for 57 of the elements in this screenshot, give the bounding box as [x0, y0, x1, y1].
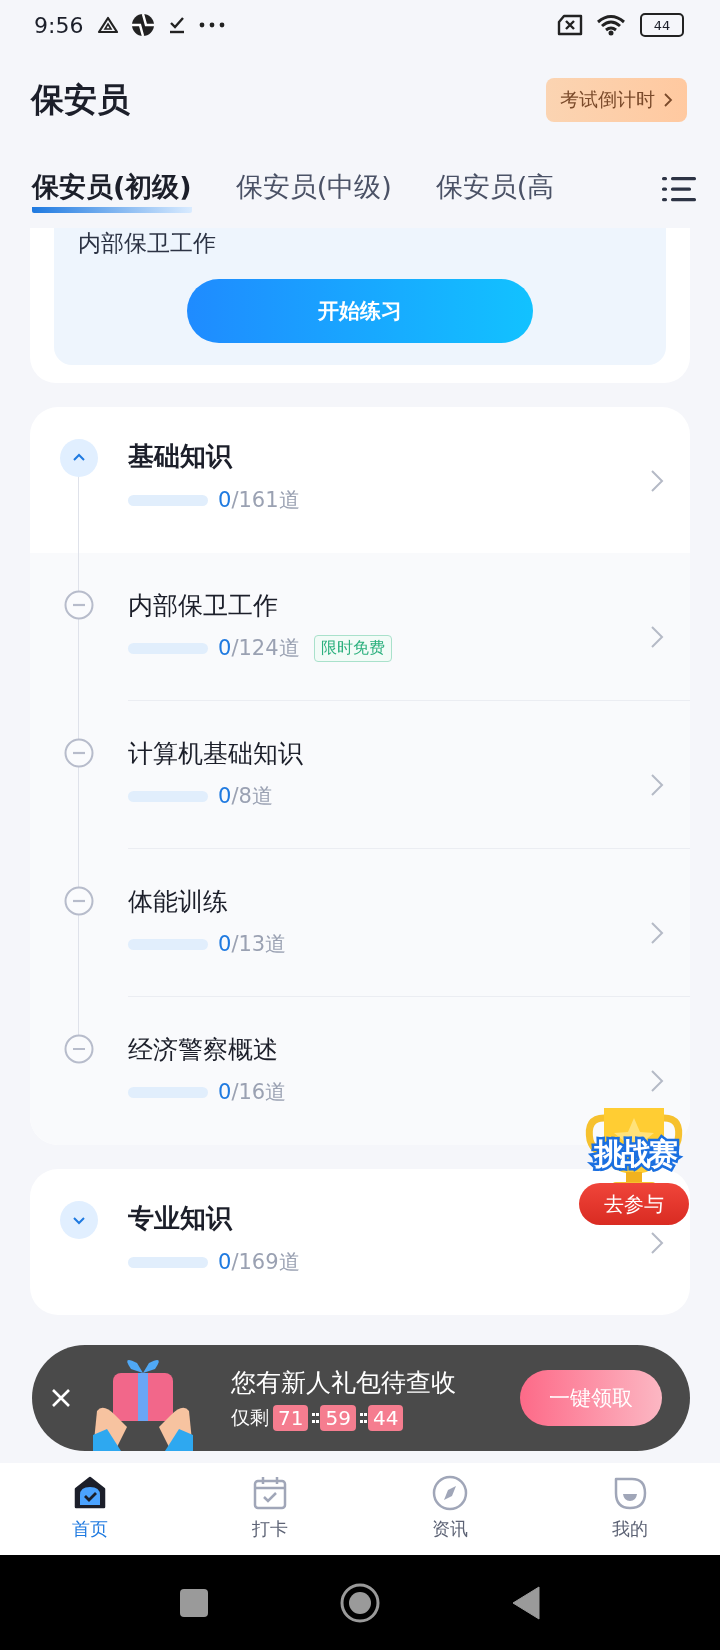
gift-message: 您有新人礼包待查收 — [231, 1366, 456, 1399]
nav-tab[interactable]: 我的 — [540, 1463, 720, 1555]
back-icon[interactable] — [512, 1585, 540, 1620]
battery-icon: 44 — [640, 13, 684, 37]
chevron-right-icon[interactable] — [650, 1069, 664, 1093]
wifi-icon — [596, 14, 626, 36]
minus-circle-icon — [64, 590, 94, 620]
question-count: 0/124道 — [218, 635, 300, 662]
home-icon — [72, 1475, 108, 1511]
nav-tab[interactable]: 首页 — [0, 1463, 180, 1555]
calendar-icon — [252, 1475, 288, 1511]
question-count: 0/8道 — [218, 783, 273, 810]
menu-icon[interactable] — [662, 176, 696, 202]
chevron-right-icon[interactable] — [650, 921, 664, 945]
remaining-label: 仅剩 — [231, 1404, 269, 1430]
join-button[interactable]: 去参与 — [579, 1183, 689, 1225]
status-time: 9:56 — [34, 12, 84, 38]
chevron-right-icon[interactable] — [650, 625, 664, 649]
countdown-digit: 44 — [367, 1404, 404, 1431]
page-title: 保安员 — [31, 78, 130, 121]
level-tab[interactable]: 保安员(中级) — [235, 165, 392, 213]
chapter-title: 基础知识 — [128, 440, 232, 473]
countdown-digit: 59 — [320, 1404, 356, 1431]
chevron-right-icon[interactable] — [650, 773, 664, 797]
section-title: 内部保卫工作 — [128, 590, 278, 622]
question-count: 0/13道 — [218, 931, 287, 958]
free-badge: 限时免费 — [313, 634, 392, 662]
question-count: 0/16道 — [218, 1079, 287, 1106]
minus-circle-icon — [64, 738, 94, 768]
section-title: 计算机基础知识 — [128, 738, 303, 770]
minus-circle-icon — [64, 1034, 94, 1064]
recents-icon[interactable] — [180, 1588, 208, 1617]
countdown-digit: 71 — [273, 1404, 309, 1431]
chevron-right-icon[interactable] — [650, 1231, 664, 1255]
question-count: 0/161道 — [218, 487, 300, 514]
level-tab[interactable]: 保安员(高 — [435, 165, 555, 213]
aperture-icon — [131, 13, 156, 37]
close-icon[interactable] — [51, 1388, 71, 1408]
minus-circle-icon — [64, 886, 94, 916]
expand-icon[interactable] — [60, 1201, 98, 1239]
chevron-right-icon[interactable] — [650, 469, 664, 493]
chapter-title: 专业知识 — [128, 1202, 232, 1235]
more-icon — [199, 22, 226, 28]
nav-tab[interactable]: 资讯 — [360, 1463, 540, 1555]
question-count: 0/169道 — [218, 1249, 300, 1276]
chevron-right-icon — [663, 92, 673, 108]
nav-tab[interactable]: 打卡 — [180, 1463, 360, 1555]
triangle-icon — [97, 15, 120, 35]
exam-countdown-button[interactable]: 考试倒计时 — [546, 78, 687, 122]
section-title: 经济警察概述 — [128, 1034, 278, 1066]
practice-topic: 内部保卫工作 — [78, 229, 216, 258]
sim-off-icon — [556, 14, 584, 36]
collapse-icon[interactable] — [60, 439, 98, 477]
home-button-icon[interactable] — [340, 1582, 380, 1623]
section-title: 体能训练 — [128, 886, 228, 918]
pocket-icon — [612, 1475, 648, 1511]
compass-icon — [432, 1475, 468, 1511]
